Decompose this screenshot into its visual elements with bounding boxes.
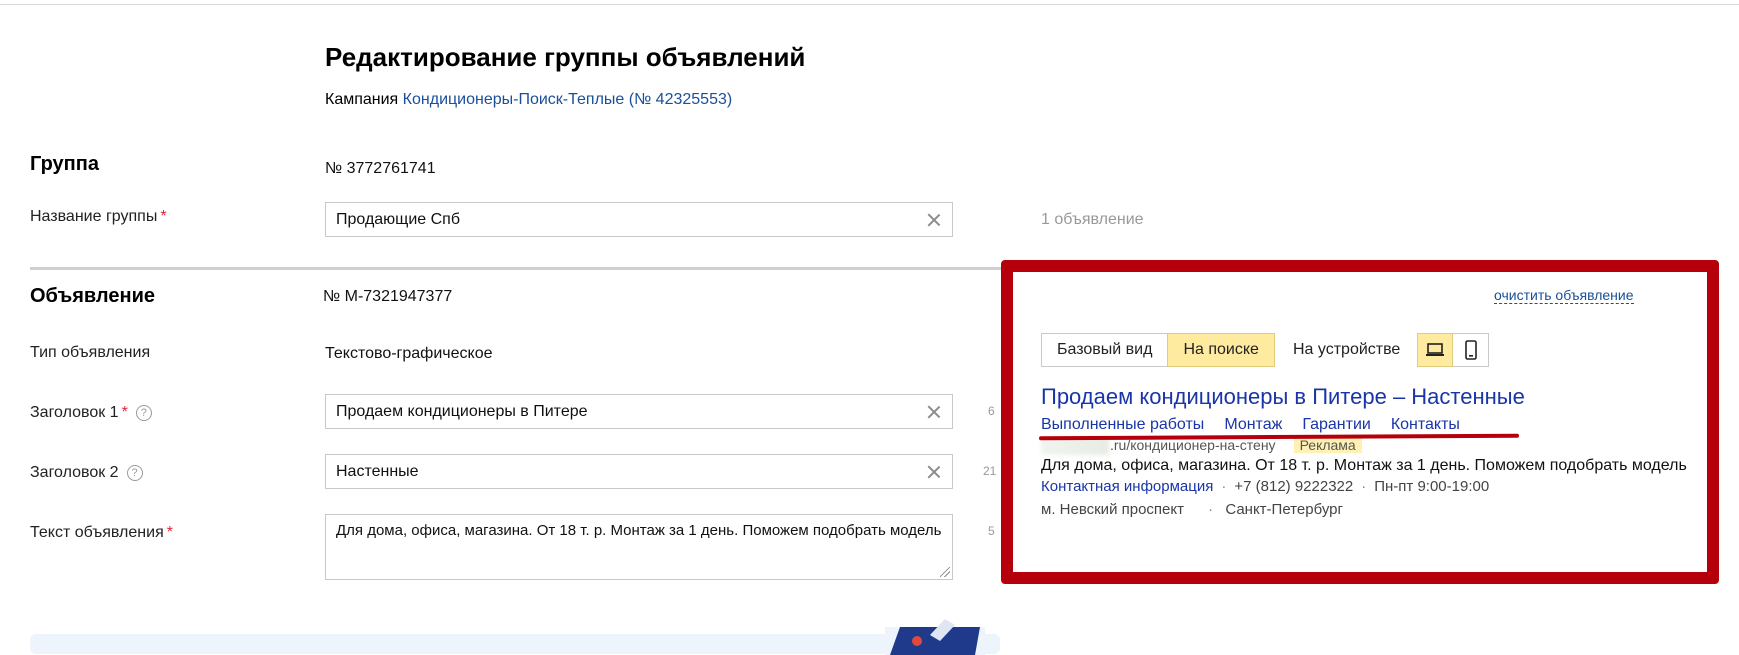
group-name-label: Название группы * [30,208,167,225]
ad-section-title: Объявление [30,285,155,307]
resize-handle[interactable] [940,567,950,577]
preview-ad-title[interactable]: Продаем кондиционеры в Питере – Настенны… [1041,384,1525,410]
sitelink-contacts[interactable]: Контакты [1391,416,1460,434]
device-switcher [1417,333,1489,367]
separator-dot: · [1221,478,1227,495]
preview-contact-row: Контактная информация · +7 (812) 9222322… [1041,478,1489,495]
section-divider [30,267,1010,270]
help-icon[interactable]: ? [126,465,143,481]
device-label: На устройстве [1293,341,1401,358]
page-title: Редактирование группы объявлений [325,42,806,72]
ad-type-value: Текстово-графическое [325,345,493,362]
top-divider [0,4,1739,5]
title2-label: Заголовок 2? [30,464,143,482]
required-mark: * [121,404,128,421]
sitelink-guarantees[interactable]: Гарантии [1302,416,1371,434]
ad-number: № M-7321947377 [323,288,453,305]
rocket-illustration-icon [885,619,985,655]
preview-hours: Пн-пт 9:00-19:00 [1374,478,1490,495]
campaign-link[interactable]: Кондиционеры-Поиск-Теплые (№ 42325553) [403,91,733,108]
required-mark: * [160,208,167,225]
group-name-input[interactable]: Продающие Спб [325,202,953,237]
separator-dot: · [1208,501,1214,518]
ads-count: 1 объявление [1041,211,1144,228]
title1-counter: 6 [988,404,995,418]
title1-value: Продаем кондиционеры в Питере [336,402,588,420]
laptop-button[interactable] [1417,333,1453,367]
group-number: № 3772761741 [325,160,436,177]
preview-location-row: м. Невский проспект · Санкт-Петербург [1041,501,1343,518]
preview-metro: м. Невский проспект [1041,501,1184,518]
phone-icon [1464,340,1477,360]
clear-icon[interactable] [926,212,942,228]
ad-text-value: Для дома, офиса, магазина. От 18 т. р. М… [336,522,942,539]
group-section-title: Группа [30,153,99,175]
help-icon[interactable]: ? [135,405,152,421]
title2-value: Настенные [336,462,419,480]
ad-text-label: Текст объявления * [30,524,173,541]
clear-icon[interactable] [926,464,942,480]
ad-badge: Реклама [1293,437,1362,453]
preview-phone: +7 (812) 9222322 [1234,478,1354,495]
campaign-line: Кампания Кондиционеры-Поиск-Теплые (№ 42… [325,91,732,109]
ad-text-input[interactable]: Для дома, офиса, магазина. От 18 т. р. М… [325,514,953,580]
phone-button[interactable] [1453,333,1489,367]
title1-input[interactable]: Продаем кондиционеры в Питере [325,394,953,429]
preview-sitelinks: Выполненные работы Монтаж Гарантии Конта… [1041,416,1460,434]
contact-info-link[interactable]: Контактная информация [1041,478,1213,495]
tab-search-view[interactable]: На поиске [1168,333,1275,367]
group-name-value: Продающие Спб [336,210,461,228]
ad-type-label: Тип объявления [30,344,151,361]
title2-counter: 21 [983,464,997,478]
title1-label: Заголовок 1 *? [30,404,152,422]
bottom-info-panel [30,634,1000,654]
campaign-prefix: Кампания [325,91,399,108]
title2-input[interactable]: Настенные [325,454,953,489]
tab-basic-view[interactable]: Базовый вид [1041,333,1169,367]
laptop-icon [1426,343,1444,356]
ad-text-counter: 5 [988,524,995,538]
preview-city: Санкт-Петербург [1225,501,1343,518]
sitelink-installation[interactable]: Монтаж [1224,416,1282,434]
preview-ad-text: Для дома, офиса, магазина. От 18 т. р. М… [1041,457,1687,474]
sitelink-works[interactable]: Выполненные работы [1041,416,1204,434]
separator-dot: · [1361,478,1367,495]
required-mark: * [166,524,173,541]
view-switcher: Базовый вид На поиске [1041,333,1275,367]
clear-ad-link[interactable]: очистить объявление [1494,287,1634,304]
clear-icon[interactable] [926,404,942,420]
